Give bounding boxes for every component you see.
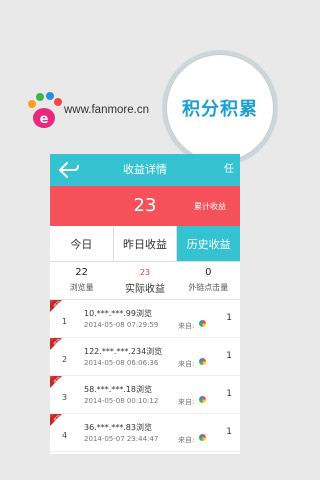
stat-clicks-label: 外链点击量: [188, 283, 229, 292]
visitor-ip: 122.***.***.234浏览: [84, 347, 163, 356]
svg-text:e: e: [40, 112, 49, 127]
brand-url: www.fanmore.cn: [64, 104, 150, 116]
visit-time: 2014-05-07 23:44:47: [84, 435, 159, 443]
summary-banner: 23 累计收益: [50, 186, 240, 226]
source-label: 来自:: [178, 360, 195, 368]
visitor-ip: 58.***.***.18浏览: [84, 385, 152, 394]
rank-number: 4: [62, 431, 68, 440]
app-screen: 收益详情 任 23 累计收益 今日 昨日收益 历史收益 22 浏览量 23 实际…: [50, 154, 240, 454]
visit-time: 2014-05-08 07:29:59: [84, 321, 159, 329]
bubble-text: 积分积累: [182, 99, 258, 120]
source-label: 来自:: [178, 322, 195, 330]
list-item[interactable]: 成功 1 10.***.***.99浏览 2014-05-08 07:29:59…: [50, 300, 240, 338]
source-app-icon: [199, 358, 206, 365]
visit-count: 1: [226, 351, 232, 361]
period-tabs: 今日 昨日收益 历史收益: [50, 226, 240, 262]
stat-actual-earnings: 23 实际收益: [113, 262, 176, 299]
visit-count: 1: [226, 389, 232, 399]
top-bar: 收益详情 任: [50, 154, 240, 186]
success-ribbon-icon: 成功: [50, 338, 62, 350]
rank-number: 3: [62, 393, 68, 402]
visitor-ip: 36.***.***.83浏览: [84, 423, 152, 432]
stat-earnings-label: 实际收益: [124, 284, 165, 295]
list-item[interactable]: 成功 4 36.***.***.83浏览 2014-05-07 23:44:47…: [50, 414, 240, 452]
paw-logo-icon: e: [28, 92, 62, 128]
tab-history[interactable]: 历史收益: [176, 226, 240, 261]
tab-yesterday[interactable]: 昨日收益: [112, 226, 177, 261]
source-app-icon: [199, 434, 206, 441]
list-item[interactable]: 成功 2 122.***.***.234浏览 2014-05-08 06:06:…: [50, 338, 240, 376]
visit-count: 1: [226, 313, 232, 323]
highlight-bubble: 积分积累: [162, 50, 278, 166]
page-title: 收益详情: [123, 163, 167, 176]
stat-clicks-value: 0: [205, 267, 212, 278]
visit-list: 成功 1 10.***.***.99浏览 2014-05-08 07:29:59…: [50, 300, 240, 452]
success-ribbon-icon: 成功: [50, 376, 62, 388]
stat-views: 22 浏览量: [50, 262, 113, 299]
visit-time: 2014-05-08 06:06:36: [84, 359, 159, 367]
header-right-action[interactable]: 任: [224, 154, 234, 186]
stat-earnings-value: 23: [139, 268, 151, 277]
source-label: 来自:: [178, 436, 195, 444]
rank-number: 2: [62, 355, 68, 364]
success-ribbon-icon: 成功: [50, 300, 62, 312]
stats-row: 22 浏览量 23 实际收益 0 外链点击量: [50, 262, 240, 300]
source-app-icon: [199, 396, 206, 403]
stat-views-label: 浏览量: [69, 283, 94, 292]
total-earnings-label: 累计收益: [194, 202, 226, 211]
source-label: 来自:: [178, 398, 195, 406]
visitor-ip: 10.***.***.99浏览: [84, 309, 152, 318]
source-app-icon: [199, 320, 206, 327]
list-item[interactable]: 成功 3 58.***.***.18浏览 2014-05-08 00:10:12…: [50, 376, 240, 414]
stat-link-clicks: 0 外链点击量: [177, 262, 240, 299]
visit-time: 2014-05-08 00:10:12: [84, 397, 159, 405]
success-ribbon-icon: 成功: [50, 414, 62, 426]
visit-count: 1: [226, 427, 232, 437]
stat-views-value: 22: [75, 267, 89, 278]
tab-today[interactable]: 今日: [50, 226, 113, 261]
rank-number: 1: [62, 317, 68, 326]
